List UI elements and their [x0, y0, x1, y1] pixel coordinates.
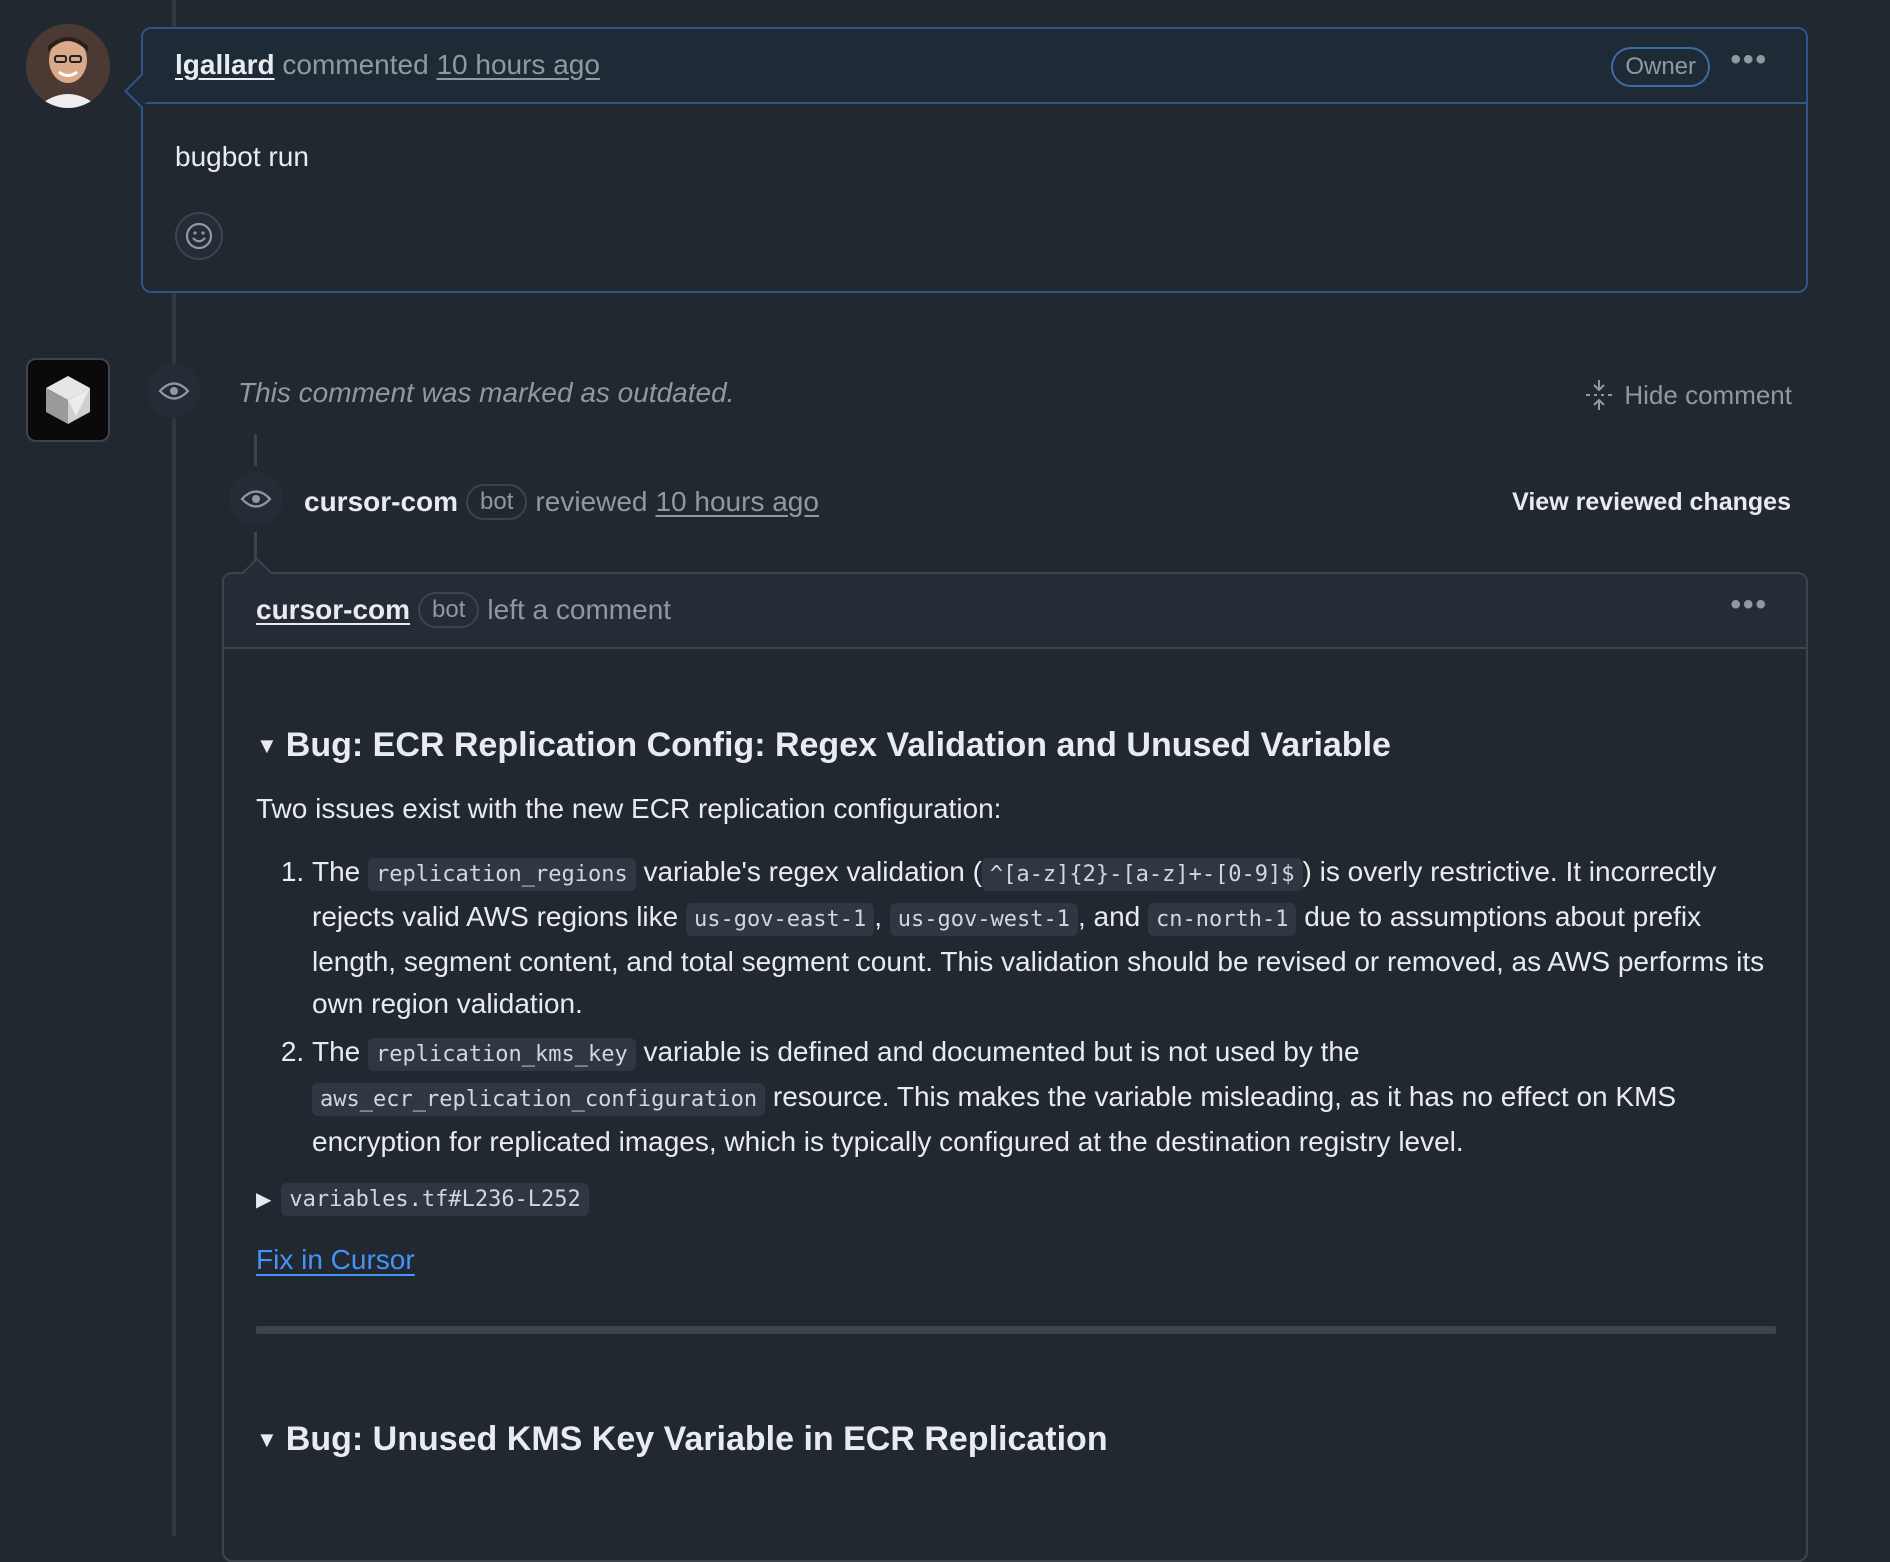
cursor-cube-icon: [46, 376, 90, 424]
bot-badge: bot: [418, 592, 480, 628]
fix-in-cursor-link[interactable]: Fix in Cursor: [256, 1244, 415, 1276]
inline-code: ^[a-z]{2}-[a-z]+-[0-9]$: [981, 858, 1303, 891]
comment-header: lgallard commented 10 hours ago Owner ••…: [124, 29, 1806, 108]
review-event: cursor-com bot reviewed 10 hours ago: [304, 484, 819, 520]
details-file-ref: variables.tf#L236-L252: [281, 1183, 589, 1216]
triangle-down-icon: ▼: [256, 732, 278, 758]
kebab-menu-icon[interactable]: •••: [1730, 588, 1768, 622]
bot-badge: bot: [466, 484, 528, 520]
comment-header: cursor-com bot left a comment •••: [224, 557, 1806, 649]
bug-intro: Two issues exist with the new ECR replic…: [256, 793, 1002, 824]
comment-pointer: [124, 74, 158, 108]
comment-header-text: lgallard commented 10 hours ago: [175, 49, 600, 81]
eye-icon: [158, 382, 190, 400]
comment-content: ▼ Bug: ECR Replication Config: Regex Val…: [256, 726, 1776, 1487]
bug-title: Bug: ECR Replication Config: Regex Valid…: [285, 726, 1391, 764]
view-reviewed-changes-button[interactable]: View reviewed changes: [1512, 488, 1791, 517]
outdated-eye-badge: [147, 364, 201, 418]
bug-issue-list: The replication_regions variable's regex…: [256, 851, 1776, 1163]
comment-author-link[interactable]: cursor-com: [256, 594, 410, 626]
inline-code: replication_kms_key: [368, 1038, 636, 1071]
comment-author-link[interactable]: lgallard: [175, 49, 275, 80]
divider: [256, 1326, 1776, 1334]
outdated-message: This comment was marked as outdated.: [238, 377, 735, 408]
triangle-down-icon: ▼: [256, 1426, 278, 1452]
comment-card-cursor-com: cursor-com bot left a comment ••• ▼ Bug:…: [222, 557, 1808, 1562]
inline-code: replication_regions: [368, 858, 636, 891]
details-toggle[interactable]: ▶ variables.tf#L236-L252: [256, 1183, 1776, 1216]
list-item: The replication_regions variable's regex…: [312, 851, 1776, 1025]
comment-card-lgallard: lgallard commented 10 hours ago Owner ••…: [124, 27, 1808, 293]
inline-code: aws_ecr_replication_configuration: [312, 1083, 766, 1116]
review-author-link[interactable]: cursor-com: [304, 486, 458, 518]
comment-action: commented: [282, 49, 429, 80]
timeline-subline: [254, 434, 257, 466]
add-reaction-button[interactable]: [175, 212, 223, 260]
comment-body: bugbot run: [175, 141, 309, 172]
hide-comment-label: Hide comment: [1624, 379, 1792, 410]
comment-action: left a comment: [487, 594, 672, 625]
bug-summary-toggle[interactable]: ▼ Bug: ECR Replication Config: Regex Val…: [256, 726, 1776, 765]
comment-timestamp-link[interactable]: 10 hours ago: [436, 49, 599, 80]
inline-code: us-gov-west-1: [889, 903, 1078, 936]
review-action: reviewed: [535, 486, 648, 517]
inline-code: us-gov-east-1: [686, 903, 875, 936]
triangle-right-icon: ▶: [256, 1189, 272, 1211]
owner-badge: Owner: [1611, 47, 1710, 87]
user-avatar-icon: [26, 24, 110, 108]
review-timestamp-link[interactable]: 10 hours ago: [655, 486, 818, 518]
hide-comment-button[interactable]: Hide comment: [1584, 378, 1792, 412]
eye-icon: [240, 490, 272, 508]
avatar[interactable]: [26, 24, 110, 108]
fold-icon: [1586, 380, 1613, 410]
smiley-icon: [185, 222, 213, 250]
kebab-menu-icon[interactable]: •••: [1730, 43, 1768, 77]
comment-header-text: cursor-com bot left a comment: [256, 592, 671, 628]
comment-pointer: [241, 557, 273, 589]
list-item: The replication_kms_key variable is defi…: [312, 1031, 1776, 1163]
bug-title: Bug: Unused KMS Key Variable in ECR Repl…: [285, 1420, 1108, 1458]
bug-summary-toggle[interactable]: ▼ Bug: Unused KMS Key Variable in ECR Re…: [256, 1420, 1776, 1459]
inline-code: cn-north-1: [1148, 903, 1297, 936]
review-eye-badge: [229, 472, 283, 526]
bot-avatar[interactable]: [26, 358, 110, 442]
